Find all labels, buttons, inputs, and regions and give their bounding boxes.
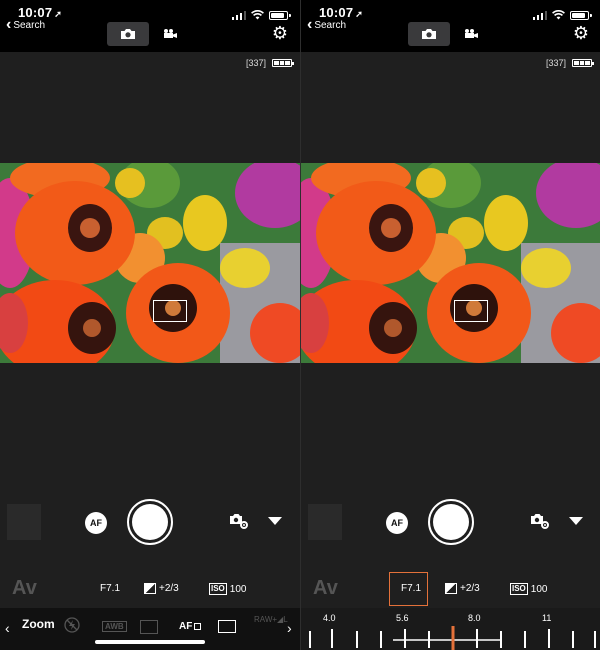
shooting-mode-label: Av — [313, 577, 338, 599]
camera-info: [337] — [545, 58, 594, 68]
aperture-selection-outline — [389, 572, 428, 606]
wifi-icon — [552, 10, 565, 20]
back-to-search-link[interactable]: ‹ Search — [307, 15, 346, 33]
cellular-signal-icon — [231, 10, 246, 20]
back-to-search-link[interactable]: ‹ Search — [6, 15, 45, 33]
iso-icon: ISO — [510, 583, 528, 595]
chevron-right-icon[interactable]: › — [287, 620, 292, 636]
capture-mode-tabs — [408, 22, 492, 46]
af-area-icon — [194, 623, 202, 630]
location-icon: ➚ — [355, 9, 363, 19]
camera-battery-icon — [572, 59, 594, 67]
iso-icon: ISO — [209, 583, 227, 595]
dial-label: 11 — [542, 613, 552, 623]
shooting-mode-label: Av — [12, 577, 37, 599]
exposure-icon — [144, 583, 156, 594]
top-bar: 10:07 ➚ ‹ Search ⚙ — [301, 0, 600, 52]
top-bar: 10:07 ➚ ‹ Search ⚙ — [0, 0, 300, 52]
zoom-button[interactable]: Zoom — [22, 617, 55, 631]
location-icon: ➚ — [54, 9, 62, 19]
chevron-down-icon[interactable] — [268, 517, 282, 525]
exposure-settings: Av F7.1 +2/3 ISO 100 — [301, 572, 600, 606]
video-camera-icon — [164, 29, 177, 38]
dial-label: 8.0 — [468, 613, 481, 623]
status-time: 10:07 ➚ — [319, 5, 363, 20]
live-view[interactable] — [0, 163, 300, 363]
af-point-frame[interactable] — [454, 300, 488, 322]
status-icons — [532, 10, 592, 20]
chevron-left-icon[interactable]: ‹ — [5, 620, 10, 636]
white-balance-button[interactable]: AWB — [102, 621, 127, 632]
camera-battery-icon — [272, 59, 294, 67]
shutter-button[interactable] — [428, 499, 474, 545]
af-point-frame[interactable] — [153, 300, 187, 322]
phone-screen-left: 10:07 ➚ ‹ Search ⚙ [337] AF Av F7.1 +2/3… — [0, 0, 300, 650]
camera-info: [337] — [245, 58, 294, 68]
af-mode-button[interactable]: AF — [179, 621, 202, 632]
aperture-dial[interactable]: 4.0 5.6 8.0 11 — [301, 608, 600, 650]
af-button[interactable]: AF — [386, 512, 408, 534]
af-button[interactable]: AF — [85, 512, 107, 534]
live-view[interactable] — [301, 163, 600, 363]
flash-off-icon[interactable] — [64, 617, 80, 633]
last-shot-thumbnail[interactable] — [7, 504, 41, 540]
aperture-value[interactable]: F7.1 — [100, 583, 120, 594]
dial-label: 5.6 — [396, 613, 409, 623]
exposure-settings: Av F7.1 +2/3 ISO 100 — [0, 572, 300, 606]
iso-value[interactable]: ISO 100 — [510, 583, 547, 595]
camera-icon — [422, 29, 436, 39]
status-icons — [231, 10, 291, 20]
shots-remaining: [337] — [245, 58, 266, 68]
metering-icon[interactable] — [140, 620, 158, 634]
live-view-image — [301, 163, 600, 363]
exposure-compensation[interactable]: +2/3 — [144, 583, 179, 594]
exposure-icon — [445, 583, 457, 594]
camera-settings-icon[interactable] — [530, 512, 550, 535]
phone-screen-right: 10:07 ➚ ‹ Search ⚙ [337] AF Av F7.1 +2/3… — [300, 0, 600, 650]
photo-mode-tab[interactable] — [107, 22, 149, 46]
aperture-dial-ticks — [309, 626, 596, 650]
video-mode-tab[interactable] — [450, 22, 492, 46]
phone-battery-icon — [570, 10, 592, 20]
camera-settings-icon[interactable] — [229, 512, 249, 535]
status-time: 10:07 ➚ — [18, 5, 62, 20]
gear-icon[interactable]: ⚙ — [573, 24, 589, 42]
live-view-image — [0, 163, 300, 363]
scroll-indicator — [95, 640, 205, 644]
image-quality-button[interactable]: RAW +◢L — [254, 615, 288, 624]
last-shot-thumbnail[interactable] — [308, 504, 342, 540]
dial-label: 4.0 — [323, 613, 336, 623]
shooting-controls: AF — [0, 490, 300, 560]
wifi-icon — [251, 10, 264, 20]
video-mode-tab[interactable] — [149, 22, 191, 46]
shots-remaining: [337] — [545, 58, 566, 68]
video-camera-icon — [465, 29, 478, 38]
shutter-button[interactable] — [127, 499, 173, 545]
chevron-left-icon: ‹ — [6, 15, 12, 33]
shooting-controls: AF — [301, 490, 600, 560]
iso-value[interactable]: ISO 100 — [209, 583, 246, 595]
gear-icon[interactable]: ⚙ — [272, 24, 288, 42]
capture-mode-tabs — [107, 22, 191, 46]
phone-battery-icon — [269, 10, 291, 20]
aspect-ratio-icon[interactable] — [218, 620, 236, 633]
exposure-compensation[interactable]: +2/3 — [445, 583, 480, 594]
chevron-down-icon[interactable] — [569, 517, 583, 525]
camera-icon — [121, 29, 135, 39]
cellular-signal-icon — [532, 10, 547, 20]
chevron-left-icon: ‹ — [307, 15, 313, 33]
photo-mode-tab[interactable] — [408, 22, 450, 46]
